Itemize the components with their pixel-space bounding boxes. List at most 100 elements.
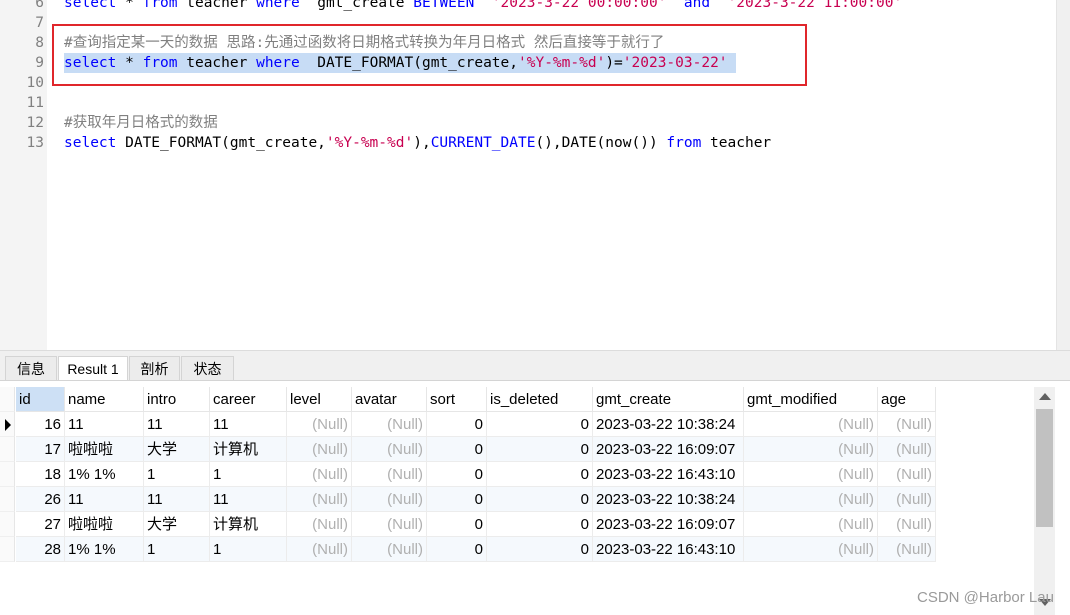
column-header-avatar[interactable]: avatar [352,387,427,412]
column-header-gmt-create[interactable]: gmt_create [593,387,744,412]
cell-age[interactable]: (Null) [878,437,936,462]
column-header-is-deleted[interactable]: is_deleted [487,387,593,412]
column-header-gmt-modified[interactable]: gmt_modified [744,387,878,412]
result-grid[interactable]: id name intro career level avatar sort is_delet… [0,381,1070,615]
cell-id[interactable]: 27 [16,512,65,537]
cell-avatar[interactable]: (Null) [352,512,427,537]
column-header-sort[interactable]: sort [427,387,487,412]
grid-vertical-scrollbar[interactable] [1034,387,1055,615]
column-header-age[interactable]: age [878,387,936,412]
cell-id[interactable]: 18 [16,462,65,487]
cell-gmt-modified[interactable]: (Null) [744,537,878,562]
column-header-intro[interactable]: intro [144,387,210,412]
cell-gmt-create[interactable]: 2023-03-22 10:38:24 [593,487,744,512]
column-header-level[interactable]: level [287,387,352,412]
cell-intro[interactable]: 1 [144,537,210,562]
column-header-id[interactable]: id [16,387,65,412]
cell-id[interactable]: 16 [16,412,65,437]
cell-intro[interactable]: 11 [144,487,210,512]
cell-intro[interactable]: 大学 [144,512,210,537]
cell-level[interactable]: (Null) [287,487,352,512]
cell-is-deleted[interactable]: 0 [487,512,593,537]
cell-gmt-modified[interactable]: (Null) [744,437,878,462]
cell-avatar[interactable]: (Null) [352,537,427,562]
cell-name[interactable]: 1% 1% [65,537,144,562]
cell-age[interactable]: (Null) [878,462,936,487]
cell-career[interactable]: 计算机 [210,512,287,537]
cell-gmt-create[interactable]: 2023-03-22 10:38:24 [593,412,744,437]
cell-level[interactable]: (Null) [287,512,352,537]
cell-is-deleted[interactable]: 0 [487,537,593,562]
code-line-13[interactable]: 13 select DATE_FORMAT(gmt_create,'%Y-%m-%… [0,133,1056,153]
cell-level[interactable]: (Null) [287,462,352,487]
cell-level[interactable]: (Null) [287,412,352,437]
cell-gmt-modified[interactable]: (Null) [744,487,878,512]
code-line-6[interactable]: 6 select * from teacher where gmt_create … [0,0,1056,13]
cell-name[interactable]: 啦啦啦 [65,437,144,462]
cell-sort[interactable]: 0 [427,512,487,537]
cell-avatar[interactable]: (Null) [352,437,427,462]
scroll-up-arrow-icon[interactable] [1039,393,1051,400]
row-indicator[interactable] [0,412,15,437]
tab-item-3[interactable]: 状态 [181,356,234,380]
tab-item-0[interactable]: 信息 [5,356,57,380]
cell-age[interactable]: (Null) [878,537,936,562]
sql-editor[interactable]: 6 select * from teacher where gmt_create … [0,0,1056,350]
code-token: where [256,0,300,11]
row-indicator[interactable] [0,537,15,562]
cell-sort[interactable]: 0 [427,437,487,462]
cell-level[interactable]: (Null) [287,537,352,562]
cell-gmt-create[interactable]: 2023-03-22 16:43:10 [593,537,744,562]
cell-career[interactable]: 1 [210,462,287,487]
cell-gmt-modified[interactable]: (Null) [744,412,878,437]
cell-career[interactable]: 计算机 [210,437,287,462]
column-header-career[interactable]: career [210,387,287,412]
cell-is-deleted[interactable]: 0 [487,487,593,512]
cell-avatar[interactable]: (Null) [352,412,427,437]
cell-sort[interactable]: 0 [427,412,487,437]
cell-name[interactable]: 1% 1% [65,462,144,487]
cell-is-deleted[interactable]: 0 [487,412,593,437]
tab-item-2[interactable]: 剖析 [129,356,180,380]
cell-gmt-modified[interactable]: (Null) [744,512,878,537]
code-line-11[interactable]: 11 [0,93,1056,113]
cell-id[interactable]: 28 [16,537,65,562]
column-header-name[interactable]: name [65,387,144,412]
cell-level[interactable]: (Null) [287,437,352,462]
cell-gmt-create[interactable]: 2023-03-22 16:09:07 [593,437,744,462]
cell-intro[interactable]: 大学 [144,437,210,462]
cell-intro[interactable]: 11 [144,412,210,437]
cell-gmt-modified[interactable]: (Null) [744,462,878,487]
cell-gmt-create[interactable]: 2023-03-22 16:09:07 [593,512,744,537]
cell-sort[interactable]: 0 [427,487,487,512]
cell-sort[interactable]: 0 [427,537,487,562]
cell-avatar[interactable]: (Null) [352,487,427,512]
cell-career[interactable]: 1 [210,537,287,562]
cell-is-deleted[interactable]: 0 [487,462,593,487]
cell-intro[interactable]: 1 [144,462,210,487]
cell-age[interactable]: (Null) [878,512,936,537]
scroll-thumb[interactable] [1036,409,1053,527]
code-line-12[interactable]: 12 #获取年月日格式的数据 [0,113,1056,133]
cell-is-deleted[interactable]: 0 [487,437,593,462]
cell-career[interactable]: 11 [210,487,287,512]
cell-age[interactable]: (Null) [878,487,936,512]
line-number: 8 [35,35,44,51]
cell-id[interactable]: 17 [16,437,65,462]
cell-avatar[interactable]: (Null) [352,462,427,487]
code-token: select [64,135,117,151]
cell-sort[interactable]: 0 [427,462,487,487]
tab-result-1[interactable]: Result 1 [58,356,128,381]
cell-name[interactable]: 11 [65,487,144,512]
row-indicator[interactable] [0,512,15,537]
cell-name[interactable]: 啦啦啦 [65,512,144,537]
cell-name[interactable]: 11 [65,412,144,437]
cell-career[interactable]: 11 [210,412,287,437]
cell-gmt-create[interactable]: 2023-03-22 16:43:10 [593,462,744,487]
row-indicator[interactable] [0,437,15,462]
row-indicator[interactable] [0,487,15,512]
cell-age[interactable]: (Null) [878,412,936,437]
row-indicator[interactable] [0,462,15,487]
cell-id[interactable]: 26 [16,487,65,512]
code-token: (),DATE(now()) [535,135,667,151]
